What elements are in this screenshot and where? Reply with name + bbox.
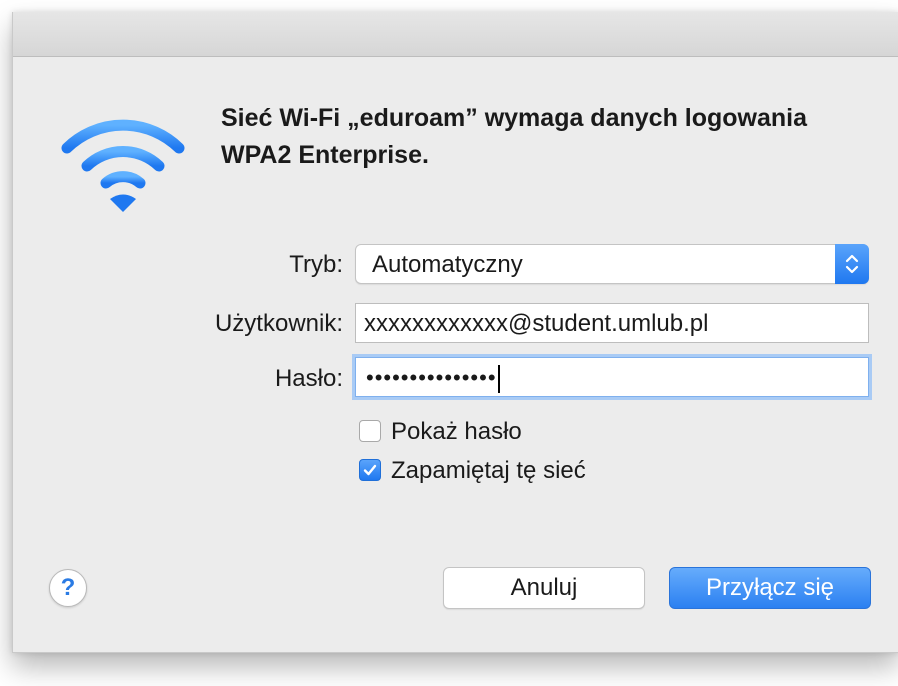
select-stepper-icon[interactable] xyxy=(835,244,869,284)
help-button[interactable]: ? xyxy=(49,569,87,607)
cancel-button[interactable]: Anuluj xyxy=(443,567,645,609)
password-value: ••••••••••••••• xyxy=(366,363,500,394)
title-bar[interactable] xyxy=(13,12,898,57)
show-password-checkbox[interactable] xyxy=(359,420,381,442)
remember-network-checkbox[interactable] xyxy=(359,459,381,481)
password-input[interactable]: ••••••••••••••• xyxy=(355,357,869,397)
password-label: Hasło: xyxy=(274,365,343,392)
screen: Sieć Wi-Fi „eduroam” wymaga danych logow… xyxy=(0,0,898,686)
join-button[interactable]: Przyłącz się xyxy=(669,567,871,609)
text-caret xyxy=(497,365,500,394)
checkmark-icon xyxy=(363,464,377,476)
dialog-heading: Sieć Wi-Fi „eduroam” wymaga danych logow… xyxy=(221,100,891,174)
password-mask: ••••••••••••••• xyxy=(366,365,497,390)
heading-line-1: Sieć Wi-Fi „eduroam” wymaga danych logow… xyxy=(221,104,808,132)
remember-network-label[interactable]: Zapamiętaj tę sieć xyxy=(391,457,586,485)
show-password-label[interactable]: Pokaż hasło xyxy=(391,418,522,446)
wifi-login-dialog: Sieć Wi-Fi „eduroam” wymaga danych logow… xyxy=(12,12,898,653)
mode-label: Tryb: xyxy=(289,251,343,278)
username-input[interactable]: xxxxxxxxxxxx@student.umlub.pl xyxy=(355,303,869,343)
mode-select-value: Automatyczny xyxy=(372,251,523,278)
username-label: Użytkownik: xyxy=(214,310,343,337)
wifi-icon xyxy=(57,108,189,220)
username-value: xxxxxxxxxxxx@student.umlub.pl xyxy=(364,310,709,337)
mode-select[interactable]: Automatyczny xyxy=(355,244,869,284)
heading-line-2: WPA2 Enterprise. xyxy=(221,141,429,169)
